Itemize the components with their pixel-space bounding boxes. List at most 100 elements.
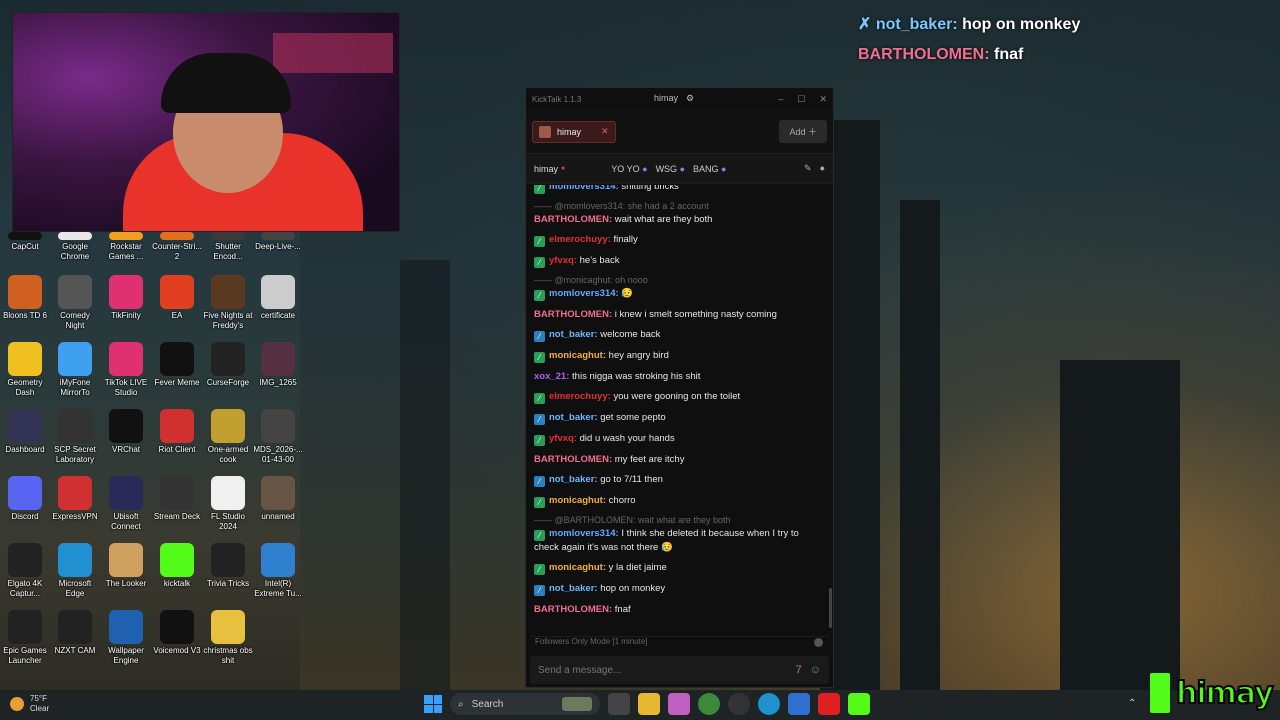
- chat-message[interactable]: BARTHOLOMEN: my feet are itchy: [534, 453, 821, 466]
- desktop-icon[interactable]: The Looker: [101, 543, 151, 589]
- chat-username[interactable]: elmerochuyy: [549, 391, 608, 402]
- desktop-icon[interactable]: Shutter Encod...: [203, 232, 253, 262]
- chat-username[interactable]: BARTHOLOMEN: [534, 309, 609, 320]
- desktop-icon[interactable]: Rockstar Games ...: [101, 232, 151, 262]
- emote-7tv-icon[interactable]: 7: [796, 664, 802, 676]
- scrollbar[interactable]: [829, 588, 832, 628]
- chat-message[interactable]: ⁄ momlovers314: I think she deleted it be…: [534, 527, 821, 554]
- chrome-icon[interactable]: [698, 693, 720, 715]
- maximize-icon[interactable]: ☐: [797, 94, 805, 105]
- close-tab-icon[interactable]: ✕: [601, 126, 609, 137]
- desktop-icon[interactable]: Ubisoft Connect: [101, 476, 151, 532]
- desktop-icon[interactable]: unnamed: [253, 476, 303, 522]
- desktop-icon[interactable]: EA: [152, 275, 202, 321]
- chat-message[interactable]: ⁄ not_baker: welcome back: [534, 328, 821, 342]
- chat-message[interactable]: ⁄ not_baker: hop on monkey: [534, 582, 821, 596]
- message-input[interactable]: [538, 664, 796, 676]
- chat-message[interactable]: BARTHOLOMEN: i knew i smelt something na…: [534, 308, 821, 321]
- chat-message[interactable]: ⁄ yfvxq: did u wash your hands: [534, 432, 821, 446]
- desktop-icon[interactable]: CapCut: [0, 232, 50, 252]
- chat-message[interactable]: ⁄ momlovers314: shitting bricks: [534, 185, 821, 194]
- chat-message[interactable]: ⁄ monicaghut: y la diet jaime: [534, 561, 821, 575]
- desktop-icon[interactable]: iMyFone MirrorTo: [50, 342, 100, 398]
- chat-message[interactable]: BARTHOLOMEN: fnaf: [534, 603, 821, 616]
- desktop-icon[interactable]: SCP Secret Laboratory: [50, 409, 100, 465]
- store-icon[interactable]: [788, 693, 810, 715]
- chat-username[interactable]: elmerochuyy: [549, 234, 608, 245]
- desktop-icon[interactable]: Bloons TD 6: [0, 275, 50, 321]
- chat-username[interactable]: xox_21: [534, 371, 566, 382]
- chat-username[interactable]: momlovers314: [549, 528, 616, 539]
- chat-username[interactable]: BARTHOLOMEN: [534, 214, 609, 225]
- desktop-icon[interactable]: certificate: [253, 275, 303, 321]
- tab-himay[interactable]: himay ✕: [532, 120, 616, 143]
- chat-message[interactable]: ⁄ elmerochuyy: you were gooning on the to…: [534, 390, 821, 404]
- chat-username[interactable]: not_baker: [549, 583, 594, 594]
- desktop-icon[interactable]: MDS_2026-... 01-43-00: [253, 409, 303, 465]
- settings-icon[interactable]: ⚙: [686, 93, 694, 104]
- chat-username[interactable]: BARTHOLOMEN: [534, 454, 609, 465]
- chat-username[interactable]: monicaghut: [549, 562, 603, 573]
- pin-icon[interactable]: ✎: [804, 163, 812, 174]
- desktop-icon[interactable]: Epic Games Launcher: [0, 610, 50, 666]
- desktop-icon[interactable]: CurseForge: [203, 342, 253, 388]
- desktop-icon[interactable]: Microsoft Edge: [50, 543, 100, 599]
- taskbar-search[interactable]: ⌕ Search: [450, 693, 600, 715]
- file-explorer-icon[interactable]: [638, 693, 660, 715]
- chat-username[interactable]: momlovers314: [549, 185, 616, 192]
- chat-username[interactable]: momlovers314: [549, 288, 616, 299]
- emoji-icon[interactable]: ☺: [810, 664, 821, 676]
- desktop-icon[interactable]: ExpressVPN: [50, 476, 100, 522]
- desktop-icon[interactable]: One-armed cook: [203, 409, 253, 465]
- chat-username[interactable]: yfvxq: [549, 255, 574, 266]
- desktop-icon[interactable]: Dashboard: [0, 409, 50, 455]
- chat-message[interactable]: ⁄ elmerochuyy: finally: [534, 233, 821, 247]
- start-icon[interactable]: [424, 695, 442, 713]
- emote[interactable]: WSG ●: [656, 164, 685, 174]
- chat-message[interactable]: BARTHOLOMEN: wait what are they both: [534, 213, 821, 226]
- weather-widget[interactable]: 75°F Clear: [10, 694, 49, 714]
- chat-username[interactable]: monicaghut: [549, 350, 603, 361]
- desktop-icon[interactable]: Discord: [0, 476, 50, 522]
- desktop-icon[interactable]: Five Nights at Freddy's: [203, 275, 253, 331]
- desktop-icon[interactable]: Fever Meme: [152, 342, 202, 388]
- obs-icon[interactable]: [728, 693, 750, 715]
- desktop-icon[interactable]: Google Chrome: [50, 232, 100, 262]
- desktop-icon[interactable]: FL Studio 2024: [203, 476, 253, 532]
- chat-message[interactable]: ⁄ monicaghut: hey angry bird: [534, 349, 821, 363]
- desktop-icon[interactable]: Riot Client: [152, 409, 202, 455]
- emote[interactable]: BANG ●: [693, 164, 726, 174]
- chat-message[interactable]: ⁄ momlovers314: 😥: [534, 287, 821, 301]
- reply-context[interactable]: —— @BARTHOLOMEN: wait what are they both: [534, 515, 821, 525]
- chat-username[interactable]: BARTHOLOMEN: [534, 604, 609, 615]
- chat-message[interactable]: ⁄ yfvxq: he's back: [534, 254, 821, 268]
- desktop-icon[interactable]: Stream Deck: [152, 476, 202, 522]
- chat-message[interactable]: ⁄ not_baker: get some pepto: [534, 411, 821, 425]
- close-icon[interactable]: ✕: [819, 94, 827, 105]
- desktop-icon[interactable]: TikFinity: [101, 275, 151, 321]
- reply-context[interactable]: —— @monicaghut: oh nooo: [534, 275, 821, 285]
- chat-username[interactable]: not_baker: [549, 412, 594, 423]
- user-icon[interactable]: ●: [820, 163, 825, 174]
- chat-username[interactable]: not_baker: [549, 329, 594, 340]
- chat-message[interactable]: xox_21: this nigga was stroking his shit: [534, 370, 821, 383]
- add-channel-button[interactable]: Add ＋: [779, 120, 827, 143]
- chevron-up-icon[interactable]: ⌃: [1128, 698, 1136, 709]
- desktop-icon[interactable]: Geometry Dash: [0, 342, 50, 398]
- kick-icon[interactable]: [848, 693, 870, 715]
- edge-icon[interactable]: [758, 693, 780, 715]
- emote[interactable]: YO YO ●: [611, 164, 647, 174]
- desktop-icon[interactable]: TikTok LIVE Studio: [101, 342, 151, 398]
- chat-username[interactable]: not_baker: [549, 474, 594, 485]
- reply-context[interactable]: —— @momlovers314: she had a 2 account: [534, 201, 821, 211]
- desktop-icon[interactable]: Comedy Night: [50, 275, 100, 331]
- desktop-icon[interactable]: Intel(R) Extreme Tu...: [253, 543, 303, 599]
- desktop-icon[interactable]: Trivia Tricks: [203, 543, 253, 589]
- desktop-icon[interactable]: Elgato 4K Captur...: [0, 543, 50, 599]
- desktop-icon[interactable]: Voicemod V3: [152, 610, 202, 656]
- desktop-icon[interactable]: Deep-Live-...: [253, 232, 303, 252]
- desktop-icon[interactable]: christmas obs shit: [203, 610, 253, 666]
- desktop-icon[interactable]: NZXT CAM: [50, 610, 100, 656]
- info-icon[interactable]: [814, 638, 823, 647]
- minimize-icon[interactable]: –: [778, 94, 783, 105]
